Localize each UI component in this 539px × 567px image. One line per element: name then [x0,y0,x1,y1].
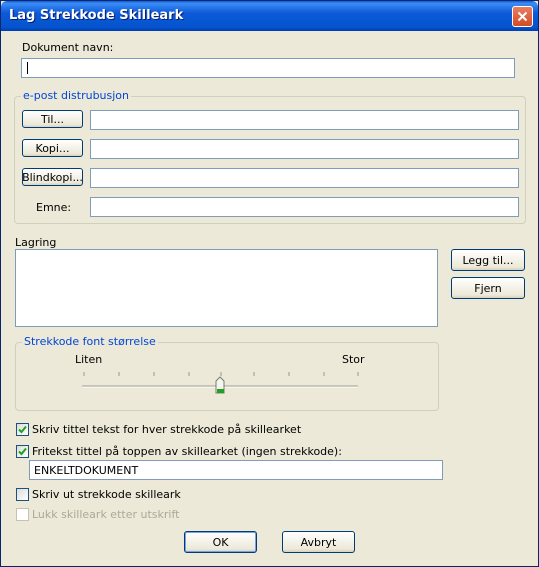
close-after-print-checkbox[interactable] [16,508,29,521]
window-title: Lag Strekkode Skilleark [9,8,184,23]
document-name-input[interactable] [21,58,515,78]
storage-label: Lagring [15,236,57,249]
cc-field[interactable] [90,139,519,159]
print-barcode-label: Skriv ut strekkode skilleark [32,488,181,501]
text-caret [27,62,28,74]
print-title-label: Skriv tittel tekst for hver strekkode på… [32,423,302,436]
document-name-label: Dokument navn: [22,41,114,54]
font-size-slider[interactable] [74,365,364,405]
font-size-group-title: Strekkode font størrelse [22,335,158,348]
slider-ticks [83,372,359,376]
ok-button[interactable]: OK [184,531,257,553]
print-barcode-checkbox[interactable] [16,488,29,501]
checkmark-icon [18,447,27,456]
dialog-window: Lag Strekkode Skilleark Dokument navn: e… [0,0,539,567]
checkmark-icon [18,425,27,434]
dialog-body: Dokument navn: e-post distrubusjon Til..… [4,31,535,564]
to-field[interactable] [90,110,519,130]
cancel-button[interactable]: Avbryt [282,531,355,553]
email-group-title: e-post distrubusjon [21,89,132,102]
subject-field[interactable] [90,197,519,217]
remove-storage-button[interactable]: Fjern [451,277,525,299]
bcc-button[interactable]: Blindkopi... [22,168,83,186]
bcc-field[interactable] [90,168,519,188]
add-storage-button[interactable]: Legg til... [451,249,525,271]
close-after-print-label: Lukk skilleark etter utskrift [32,508,180,521]
free-text-title-input[interactable]: ENKELTDOKUMENT [29,460,443,480]
cc-button[interactable]: Kopi... [22,139,83,157]
close-icon [517,11,528,22]
title-bar[interactable]: Lag Strekkode Skilleark [1,1,538,31]
subject-label: Emne: [36,201,72,214]
to-button[interactable]: Til... [22,110,83,128]
storage-list[interactable] [15,249,438,327]
print-title-checkbox[interactable] [16,423,29,436]
free-text-title-checkbox[interactable] [16,445,29,458]
free-text-title-label: Fritekst tittel på toppen av skillearket… [32,445,342,458]
close-button[interactable] [512,6,533,27]
